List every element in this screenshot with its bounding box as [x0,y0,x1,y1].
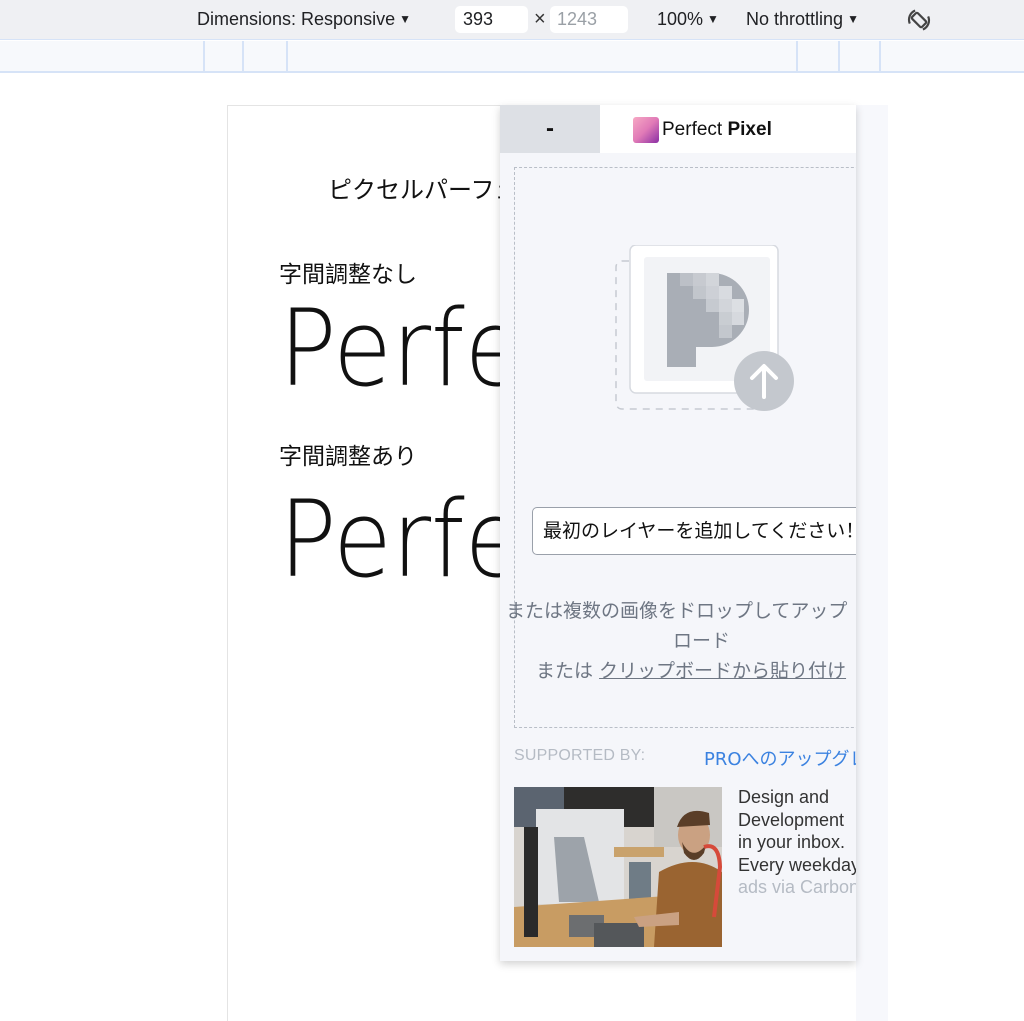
zoom-label: 100% [657,9,704,29]
drop-instructions: または複数の画像をドロップしてアップ ロード または クリップボードから貼り付け [506,596,856,686]
title-bold: Pixel [727,119,772,140]
ad-text[interactable]: Design and Development in your inbox. Ev… [738,786,856,899]
viewport-resize-gutter[interactable] [856,105,888,1021]
dimensions-dropdown[interactable]: Dimensions: Responsive ▼ [197,9,411,30]
device-toolbar: Dimensions: Responsive ▼ 393 × 1243 100% ▼… [0,0,1024,40]
width-input[interactable]: 393 [455,6,528,33]
rotate-icon [908,9,930,31]
drop-line-1: または複数の画像をドロップしてアップ [506,600,848,622]
zoom-dropdown[interactable]: 100% ▼ [657,9,719,30]
ad-line: Design and [738,787,830,807]
drop-line-3: または クリップボードから貼り付け [506,656,856,686]
caret-down-icon: ▼ [707,12,719,26]
label-with-kerning: 字間調整あり [279,444,417,470]
ad-image[interactable] [514,787,722,947]
page-content: ピクセルパーフェクト 字間調整なし Perfect Pixel 字間調整あり P… [227,105,500,1021]
paste-from-clipboard-link[interactable]: クリップボードから貼り付け [599,660,846,682]
caret-down-icon: ▼ [847,12,859,26]
dimensions-label: Dimensions: Responsive [197,9,396,29]
ruler-tick[interactable] [242,41,244,71]
ruler-tick[interactable] [286,41,288,71]
panel-header: - Perfect Pixel [500,105,856,153]
ad-photo-illustration [514,787,722,947]
ads-via-carbon-link[interactable]: ads via Carbon [738,876,856,899]
upgrade-pro-link[interactable]: PROへのアップグレード [704,745,856,771]
label-no-kerning: 字間調整なし [279,262,417,288]
height-input[interactable]: 1243 [550,6,628,33]
ad-line: Development [738,809,845,830]
times-separator: × [534,8,546,30]
panel-title: Perfect Pixel [662,119,772,141]
ruler-tick[interactable] [838,41,840,71]
perfect-pixel-logo-icon [633,117,659,143]
minimize-button[interactable]: - [500,105,600,153]
ruler-tick[interactable] [879,41,881,71]
title-regular: Perfect [662,119,728,140]
rotate-button[interactable] [903,4,935,36]
big-text-no-kerning: Perfect Pixel [279,287,500,410]
supported-by-label: SUPPORTED BY: [514,747,646,764]
ad-line: in your inbox. [738,832,846,852]
upload-illustration-icon [615,245,794,411]
ruler-tick[interactable] [203,41,205,71]
ruler-tick[interactable] [796,41,798,71]
big-text-with-kerning: Perfect Pixel [279,478,500,601]
ad-line: Every weekday [738,854,856,875]
page-heading: ピクセルパーフェクト [328,176,500,204]
perfect-pixel-panel: - Perfect Pixel 最初のレイヤーを追加してください！ または複数の… [500,105,856,961]
drop-line-2: ロード [673,630,731,652]
caret-down-icon: ▼ [399,12,411,26]
add-first-layer-button[interactable]: 最初のレイヤーを追加してください！ [532,507,856,555]
throttling-dropdown[interactable]: No throttling ▼ [746,9,859,30]
throttling-label: No throttling [746,9,844,29]
drop-line-3-prefix: または [536,660,600,682]
media-query-ruler [0,41,1024,73]
